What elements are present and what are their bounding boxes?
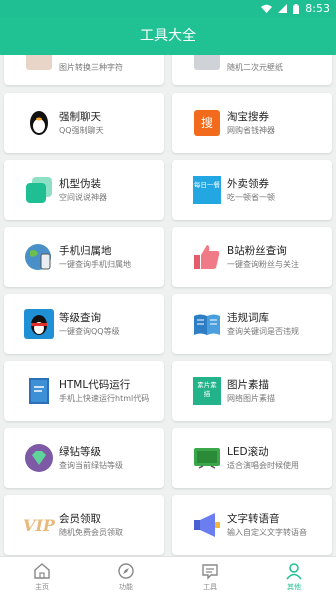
tool-subtitle: 一键查询粉丝与关注 xyxy=(227,260,299,269)
tool-subtitle: 一键查询QQ等级 xyxy=(59,327,120,336)
search-coupon-icon: 搜 xyxy=(192,108,222,138)
tool-subtitle: 吃一顿省一顿 xyxy=(227,193,275,202)
tool-subtitle: 网络图片素描 xyxy=(227,394,275,403)
tool-title: 绿钻等级 xyxy=(59,446,101,458)
compass-icon xyxy=(118,563,134,579)
html-book-icon xyxy=(24,376,54,406)
tab-other[interactable]: 其他 xyxy=(252,557,336,597)
tool-subtitle: 空间说说神器 xyxy=(59,193,107,202)
tool-title: 手机归属地 xyxy=(59,245,112,257)
tool-title: 图片素描 xyxy=(227,379,269,391)
tab-home[interactable]: 主页 xyxy=(0,557,84,597)
tool-title: LED滚动 xyxy=(227,446,269,458)
tool-subtitle: 手机上快速运行html代码 xyxy=(59,394,150,403)
tool-grid[interactable]: 图片转换三种字符 随机二次元壁纸 强制聊天 QQ强制聊天 搜 淘宝搜券 网购省钱… xyxy=(0,55,336,556)
tool-subtitle: 一键查询手机归属地 xyxy=(59,260,131,269)
device-layers-icon xyxy=(24,175,54,205)
status-bar: 8:53 xyxy=(0,0,336,17)
qq-penguin-icon xyxy=(24,108,54,138)
tool-card-taobao-coupon[interactable]: 搜 淘宝搜券 网购省钱神器 xyxy=(172,93,332,153)
tool-subtitle: 图片转换三种字符 xyxy=(59,63,123,72)
ascii-image-icon xyxy=(24,55,54,70)
tab-features[interactable]: 功能 xyxy=(84,557,168,597)
tool-title: 外卖领券 xyxy=(227,178,269,190)
tool-card-qq-level[interactable]: 等级查询 一键查询QQ等级 xyxy=(4,294,164,354)
globe-phone-icon xyxy=(24,242,54,272)
tool-subtitle: 适合演唱会时候使用 xyxy=(227,461,299,470)
daily-meal-icon: 每日一餐 xyxy=(192,175,222,205)
tool-card-bilibili-fans[interactable]: B站粉丝查询 一键查询粉丝与关注 xyxy=(172,227,332,287)
tool-subtitle: QQ强制聊天 xyxy=(59,126,104,135)
tool-subtitle: 网购省钱神器 xyxy=(227,126,275,135)
tool-card-banned-words[interactable]: 违规词库 查询关键词是否违规 xyxy=(172,294,332,354)
tool-card-led-scroll[interactable]: LED滚动 适合演唱会时候使用 xyxy=(172,428,332,488)
tool-title: 文字转语音 xyxy=(227,513,280,525)
tool-subtitle: 查询关键词是否违规 xyxy=(227,327,299,336)
tool-subtitle: 随机二次元壁纸 xyxy=(227,63,283,72)
megaphone-icon xyxy=(192,510,222,540)
sketch-tiles-icon: 素片素描 xyxy=(192,376,222,406)
tool-subtitle: 随机免费会员领取 xyxy=(59,528,123,537)
tool-title: HTML代码运行 xyxy=(59,379,131,391)
signal-icon xyxy=(278,4,288,13)
tool-card-phone-location[interactable]: 手机归属地 一键查询手机归属地 xyxy=(4,227,164,287)
tab-label: 工具 xyxy=(203,583,217,591)
home-icon xyxy=(34,563,50,579)
tool-card-text-to-speech[interactable]: 文字转语音 输入自定义文字转语音 xyxy=(172,495,332,555)
tool-title: 强制聊天 xyxy=(59,111,101,123)
tool-subtitle: 查询当前绿钻等级 xyxy=(59,461,123,470)
tab-tools[interactable]: 工具 xyxy=(168,557,252,597)
thumbs-up-icon xyxy=(192,242,222,272)
tool-card-takeout-coupon[interactable]: 每日一餐 外卖领券 吃一顿省一顿 xyxy=(172,160,332,220)
tool-card-device-disguise[interactable]: 机型伪装 空间说说神器 xyxy=(4,160,164,220)
vip-icon: VIP xyxy=(23,515,55,535)
tool-card-ascii[interactable]: 图片转换三种字符 xyxy=(4,55,164,85)
led-board-icon xyxy=(192,443,222,473)
tool-card-vip-claim[interactable]: VIP 会员领取 随机免费会员领取 xyxy=(4,495,164,555)
tool-card-wallpaper[interactable]: 随机二次元壁纸 xyxy=(172,55,332,85)
battery-icon xyxy=(293,3,300,14)
page-title: 工具大全 xyxy=(0,17,336,55)
qq-level-icon xyxy=(24,309,54,339)
status-time: 8:53 xyxy=(305,2,330,15)
message-icon xyxy=(202,564,218,580)
tool-title: 机型伪装 xyxy=(59,178,101,190)
diamond-icon xyxy=(24,443,54,473)
tool-title: 等级查询 xyxy=(59,312,101,324)
wifi-icon xyxy=(261,4,273,13)
tool-title: 违规词库 xyxy=(227,312,269,324)
book-icon xyxy=(192,309,222,339)
tool-title: B站粉丝查询 xyxy=(227,245,287,257)
tab-label: 功能 xyxy=(119,583,133,591)
tool-title: 会员领取 xyxy=(59,513,101,525)
tool-card-image-sketch[interactable]: 素片素描 图片素描 网络图片素描 xyxy=(172,361,332,421)
tool-card-html-runner[interactable]: HTML代码运行 手机上快速运行html代码 xyxy=(4,361,164,421)
tab-label: 其他 xyxy=(287,583,301,591)
person-icon xyxy=(286,563,302,580)
wallpaper-image-icon xyxy=(192,55,222,70)
tool-title: 淘宝搜券 xyxy=(227,111,269,123)
tab-label: 主页 xyxy=(35,583,49,591)
tool-card-force-chat[interactable]: 强制聊天 QQ强制聊天 xyxy=(4,93,164,153)
tool-card-green-diamond[interactable]: 绿钻等级 查询当前绿钻等级 xyxy=(4,428,164,488)
tool-subtitle: 输入自定义文字转语音 xyxy=(227,528,307,537)
bottom-tab-bar: 主页 功能 工具 其他 xyxy=(0,556,336,597)
